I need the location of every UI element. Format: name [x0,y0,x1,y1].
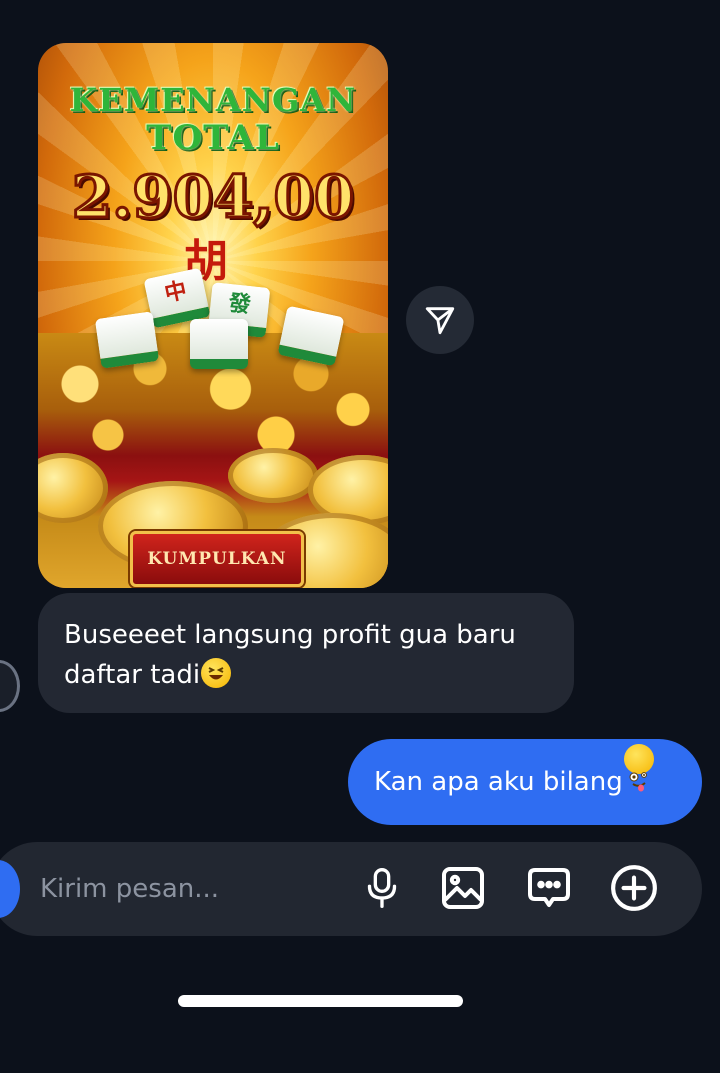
home-indicator [178,995,463,1007]
send-arrow-icon [425,307,455,335]
more-options-button[interactable] [608,862,660,914]
mahjong-tile [190,319,248,369]
received-message-text: Buseeeet langsung profit gua baru daftar… [64,620,516,690]
image-title-line2: TOTAL [146,118,280,158]
sticker-button[interactable] [523,862,575,914]
image-collect-label: KUMPULKAN [130,531,304,587]
message-bubble-dots-icon [528,868,570,907]
shared-image[interactable]: KEMENANGAN TOTAL 2.904,00 胡 中 發 KUMPULKA… [38,43,388,588]
gold-coin [228,448,318,503]
sent-message-bubble[interactable]: Kan apa aku bilang [348,739,702,825]
mahjong-tile [94,311,160,369]
gallery-button[interactable] [437,862,489,914]
image-icon [442,867,484,909]
microphone-icon [367,868,397,908]
laughing-emoji-icon [201,658,232,688]
plus-circle-icon [611,865,657,911]
image-win-amount: 2.904,00 [70,162,356,233]
image-title-line1: KEMENANGAN [69,81,357,119]
zany-face-emoji-icon [623,744,654,792]
sent-message-text: Kan apa aku bilang [374,767,623,797]
sender-avatar[interactable] [0,660,20,712]
voice-message-button[interactable] [356,862,408,914]
share-button[interactable] [406,286,474,354]
message-input[interactable] [38,868,342,910]
received-message-bubble[interactable]: Buseeeet langsung profit gua baru daftar… [38,593,574,713]
